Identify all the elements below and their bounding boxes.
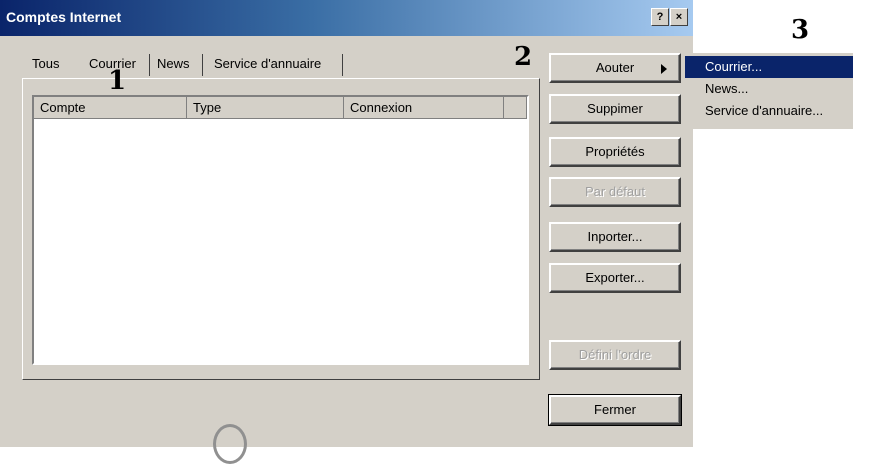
tab-divider xyxy=(342,54,343,76)
menu-item-service-annuaire[interactable]: Service d'annuaire... xyxy=(685,100,853,122)
step-marker-1: 1 xyxy=(108,66,127,96)
column-connexion[interactable]: Connexion xyxy=(344,97,504,119)
tab-news[interactable]: News xyxy=(153,50,194,78)
menu-item-news[interactable]: News... xyxy=(685,78,853,100)
close-button[interactable]: Fermer xyxy=(548,394,682,426)
submenu-arrow-icon xyxy=(661,64,667,74)
export-button[interactable]: Exporter... xyxy=(549,263,681,293)
column-filler xyxy=(504,97,527,119)
add-button-label: Aouter xyxy=(595,60,635,75)
set-order-button[interactable]: Défini l'ordre xyxy=(549,340,681,370)
accounts-list[interactable]: Compte Type Connexion xyxy=(32,95,529,365)
title-bar[interactable]: Comptes Internet ? × xyxy=(0,0,693,36)
list-header: Compte Type Connexion xyxy=(34,97,527,119)
stray-mark xyxy=(213,424,247,464)
add-button[interactable]: Aouter xyxy=(549,53,681,83)
window-title: Comptes Internet xyxy=(6,9,122,25)
tab-divider xyxy=(149,54,150,76)
close-window-button[interactable]: × xyxy=(670,8,688,26)
tab-service-annuaire[interactable]: Service d'annuaire xyxy=(210,50,325,78)
properties-button[interactable]: Propriétés xyxy=(549,137,681,167)
add-submenu: Courrier... News... Service d'annuaire..… xyxy=(685,53,853,129)
dialog-window: Comptes Internet ? × Tous Courrier News … xyxy=(0,0,693,447)
tab-divider xyxy=(202,54,203,76)
step-marker-2: 2 xyxy=(514,42,533,72)
tab-tous[interactable]: Tous xyxy=(28,50,63,78)
menu-item-courrier[interactable]: Courrier... xyxy=(685,56,853,78)
step-marker-3: 3 xyxy=(791,15,810,45)
column-type[interactable]: Type xyxy=(187,97,344,119)
column-compte[interactable]: Compte xyxy=(34,97,187,119)
set-default-button[interactable]: Par défaut xyxy=(549,177,681,207)
help-button[interactable]: ? xyxy=(651,8,669,26)
import-button[interactable]: Inporter... xyxy=(549,222,681,252)
remove-button[interactable]: Suppimer xyxy=(549,94,681,124)
